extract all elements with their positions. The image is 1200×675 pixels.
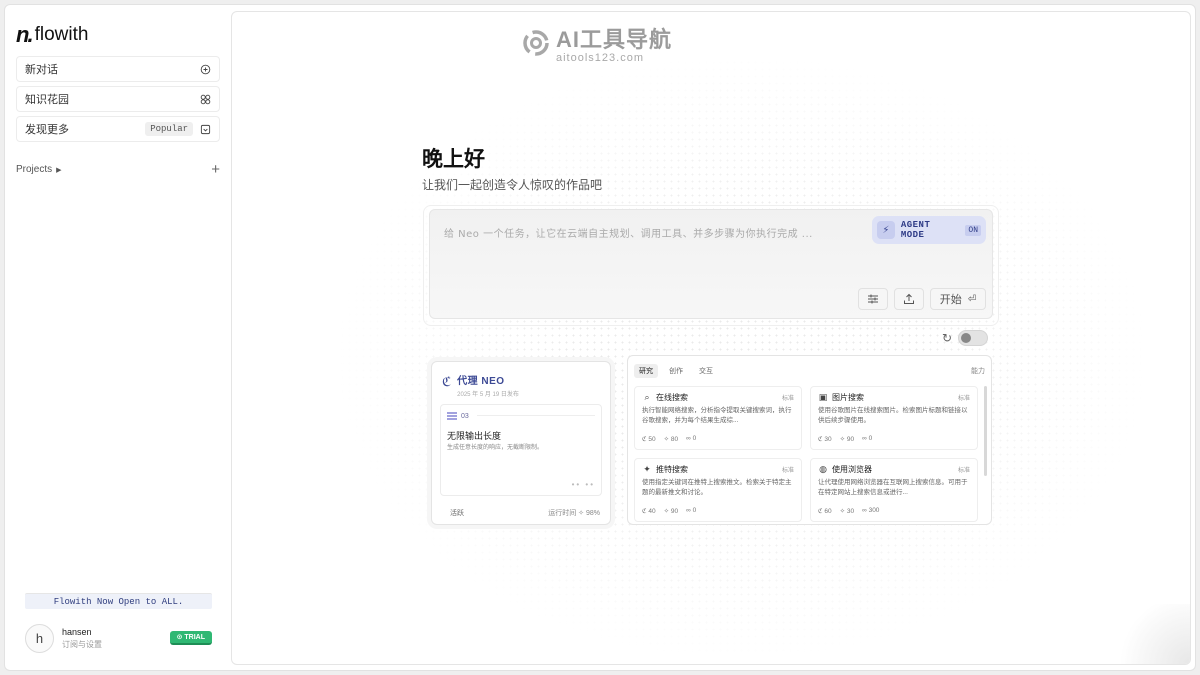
tool-tag: 标准 — [781, 396, 794, 402]
tool-desc: 执行智能网络搜索，分析指令提取关键搜索词，执行谷歌搜索，并为每个结果生成综... — [642, 407, 792, 424]
tool-name: 推特搜索 — [656, 465, 688, 474]
upload-icon — [904, 293, 914, 304]
user-settings-link[interactable]: 订阅与设置 — [62, 639, 170, 650]
watermark: AI工具导航 aitools123.com — [522, 22, 672, 64]
feature-title: 无限输出长度 — [447, 431, 502, 441]
tools-panel: 研究 创作 交互 能力 ⌕ 在线搜索 标准 执行智能网络搜索，分析指令提取关键搜索词… — [627, 355, 992, 525]
tool-card-image-search[interactable]: ▣ 图片搜索 标准 使用谷歌图片在线搜索图片。检索图片标题和链接以供后续步骤使用。 … — [810, 386, 978, 450]
tool-card-browser[interactable]: ◍ 使用浏览器 标准 让代理使用网络浏览器在互联网上搜索信息。可用于在特定网站上搜索… — [810, 458, 978, 522]
list-icon — [447, 412, 457, 420]
task-input[interactable]: 给 Neo 一个任务，让它在云端自主规划、调用工具、并多步骤为你执行完成 ... — [444, 225, 813, 240]
agent-card-date: 2025 年 5 月 19 日发布 — [457, 392, 519, 398]
toggle-row: ↻ — [942, 330, 989, 346]
globe-icon: ◍ — [819, 464, 827, 474]
sidebar-nav: 新对话 知识花园 发现更多 Popular — [16, 56, 220, 146]
sidebar-item-label: 新对话 — [25, 64, 58, 76]
sidebar-item-label: 发现更多 — [25, 124, 69, 136]
tool-name: 使用浏览器 — [832, 465, 872, 474]
tool-stats: ℭ 40 ✧ 90 ∞ 0 — [642, 507, 697, 515]
agent-runtime: 运行时间 ✧ 98% — [548, 510, 600, 517]
feature-desc: 生成任意长度的响应，无截断限制。 — [447, 445, 544, 451]
tool-tag: 标准 — [781, 468, 794, 474]
new-chat-icon — [199, 63, 211, 75]
agent-card-title: 代理 NEO — [457, 376, 505, 387]
divider — [477, 415, 595, 416]
tool-desc: 使用谷歌图片在线搜索图片。检索图片标题和链接以供后续步骤使用。 — [818, 407, 968, 424]
tool-stats: ℭ 30 ✧ 90 ∞ 0 — [818, 435, 873, 443]
start-button[interactable]: 开始 ⏎ — [930, 288, 986, 310]
app-logo[interactable]: n. flowith — [16, 22, 88, 48]
tools-scrollbar[interactable] — [984, 386, 987, 476]
logo-text: flowith — [34, 24, 89, 45]
projects-header[interactable]: Projects ▶ + — [16, 161, 220, 178]
popular-badge: Popular — [145, 122, 193, 136]
sliders-icon — [868, 294, 878, 304]
watermark-title: AI工具导航 — [556, 27, 673, 52]
image-icon: ▣ — [818, 392, 828, 402]
tool-name: 图片搜索 — [832, 393, 864, 402]
corner-shadow — [1110, 604, 1190, 664]
tab-interaction[interactable]: 交互 — [694, 364, 718, 378]
agent-mode-icon: ⚡ — [877, 221, 895, 239]
tool-desc: 让代理使用网络浏览器在互联网上搜索信息。可用于在特定网站上搜索信息或进行... — [818, 479, 968, 496]
main-panel: AI工具导航 aitools123.com 晚上好 让我们一起创造令人惊叹的作品… — [231, 11, 1191, 665]
tool-stats: ℭ 50 ✧ 80 ∞ 0 — [642, 435, 697, 443]
page-subtitle: 让我们一起创造令人惊叹的作品吧 — [422, 178, 603, 192]
capability-label: 能力 — [971, 368, 985, 375]
user-name: hansen — [62, 626, 92, 637]
start-button-label: 开始 — [939, 294, 962, 306]
tool-card-web-search[interactable]: ⌕ 在线搜索 标准 执行智能网络搜索，分析指令提取关键搜索词，执行谷歌搜索，并为每个… — [634, 386, 802, 450]
user-info: hansen 订阅与设置 — [62, 627, 170, 650]
sidebar-item-new-chat[interactable]: 新对话 — [16, 56, 220, 82]
upload-button[interactable] — [894, 288, 924, 310]
agent-mode-state: ON — [965, 224, 981, 236]
logo-mark: n. — [16, 22, 34, 47]
add-project-icon[interactable]: + — [211, 161, 220, 178]
tool-stats: ℭ 60 ✧ 30 ∞ 300 — [818, 507, 880, 515]
task-composer[interactable]: 给 Neo 一个任务，让它在云端自主规划、调用工具、并多步骤为你执行完成 ...… — [429, 209, 993, 319]
sidebar-item-discover[interactable]: 发现更多 Popular — [16, 116, 220, 142]
sidebar-item-knowledge-garden[interactable]: 知识花园 — [16, 86, 220, 112]
agent-card-header: ℭ 代理 NEO 2025 年 5 月 19 日发布 — [442, 372, 519, 398]
sidebar: n. flowith 新对话 知识花园 发现更多 Popular Project… — [8, 8, 224, 664]
search-icon: ⌕ — [644, 392, 650, 402]
caret-right-icon: ▶ — [56, 167, 62, 174]
refresh-icon[interactable]: ↻ — [942, 331, 952, 345]
page-title: 晚上好 — [422, 148, 485, 171]
agent-mode-label: AGENT MODE — [900, 220, 931, 240]
mode-switch[interactable] — [958, 330, 989, 346]
agent-status: 活跃 — [450, 510, 464, 517]
watermark-logo-icon — [523, 30, 549, 56]
user-profile[interactable]: h hansen 订阅与设置 ⊙ TRIAL — [25, 622, 212, 654]
announcement-banner[interactable]: Flowith Now Open to ALL. — [25, 593, 212, 609]
tool-tag: 标准 — [957, 468, 970, 474]
tab-research[interactable]: 研究 — [634, 364, 658, 378]
tool-card-twitter-search[interactable]: ✦ 推特搜索 标准 使用指定关键词在推特上搜索推文。检索关于特定主题的最新推文和讨论… — [634, 458, 802, 522]
garden-icon — [199, 93, 211, 105]
enter-icon: ⏎ — [967, 293, 977, 305]
agent-card-footer: 活跃 运行时间 ✧ 98% — [450, 508, 600, 518]
tool-name: 在线搜索 — [656, 393, 688, 402]
twitter-icon: ✦ — [643, 464, 651, 474]
tool-tag: 标准 — [957, 396, 970, 402]
sidebar-item-label: 知识花园 — [25, 94, 69, 106]
avatar[interactable]: h — [25, 623, 54, 653]
feature-number: 03 — [447, 412, 469, 420]
neo-icon: ℭ — [442, 374, 452, 389]
pager-dots-icon[interactable]: •• •• — [572, 480, 595, 489]
settings-sliders-button[interactable] — [858, 288, 888, 310]
tools-tabs: 研究 创作 交互 — [634, 364, 718, 378]
feature-card[interactable]: 03 无限输出长度 生成任意长度的响应，无截断限制。 •• •• — [440, 404, 602, 496]
trial-badge[interactable]: ⊙ TRIAL — [169, 631, 212, 645]
tool-desc: 使用指定关键词在推特上搜索推文。检索关于特定主题的最新推文和讨论。 — [642, 479, 792, 496]
agent-neo-card[interactable]: ℭ 代理 NEO 2025 年 5 月 19 日发布 03 无限输出长度 生成任… — [431, 361, 611, 525]
discover-icon — [199, 123, 211, 135]
tab-creation[interactable]: 创作 — [664, 364, 688, 378]
projects-label: Projects ▶ — [16, 164, 62, 175]
agent-mode-toggle[interactable]: ⚡ AGENT MODE ON — [872, 216, 986, 244]
